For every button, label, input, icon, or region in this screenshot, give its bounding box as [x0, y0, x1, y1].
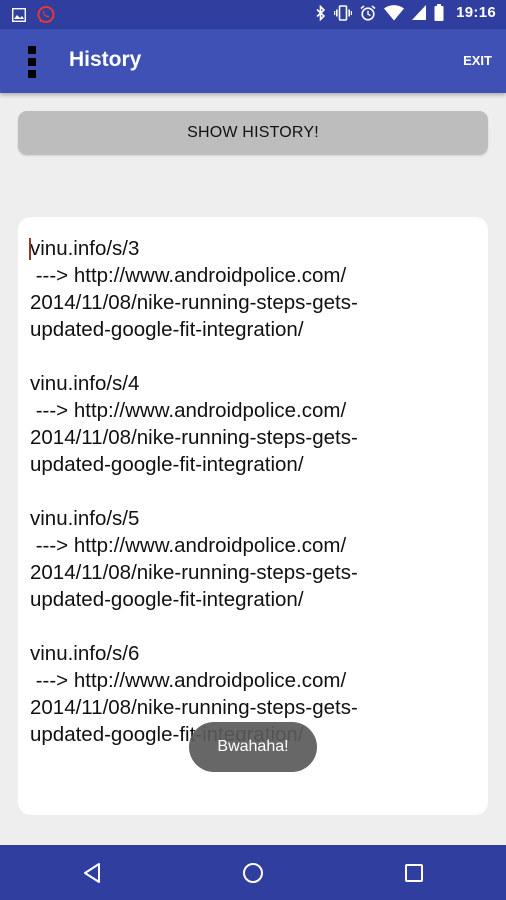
- arrow-line: ---> http://www.androidpolice.com/: [30, 534, 347, 557]
- status-time: 19:16: [456, 4, 496, 21]
- short-url: vinu.info/s/6: [30, 642, 140, 665]
- navigation-bar: [0, 845, 506, 900]
- path-line: updated-google-fit-integration/: [30, 588, 304, 611]
- history-entry: vinu.info/s/4 ---> http://www.androidpol…: [30, 370, 470, 478]
- path-line: updated-google-fit-integration/: [30, 318, 304, 341]
- show-history-button[interactable]: SHOW HISTORY!: [18, 111, 488, 155]
- back-icon[interactable]: [78, 859, 106, 887]
- alarm-icon: [360, 4, 376, 21]
- path-line: 2014/11/08/nike-running-steps-gets-: [30, 291, 358, 314]
- arrow-line: ---> http://www.androidpolice.com/: [30, 264, 347, 287]
- wifi-icon: [384, 4, 405, 21]
- whatsapp-icon: [36, 5, 56, 25]
- history-entry: vinu.info/s/3 ---> http://www.androidpol…: [30, 235, 470, 343]
- history-list: vinu.info/s/3 ---> http://www.androidpol…: [29, 235, 470, 775]
- short-url: vinu.info/s/5: [30, 507, 140, 530]
- path-line: updated-google-fit-integration/: [30, 453, 304, 476]
- battery-icon: [434, 4, 444, 21]
- status-bar: 19:16: [0, 0, 506, 29]
- app-bar: History EXIT: [0, 29, 506, 93]
- exit-button[interactable]: EXIT: [463, 53, 492, 68]
- short-url: vinu.info/s/3: [30, 237, 140, 260]
- page-title: History: [69, 48, 142, 71]
- bluetooth-icon: [316, 4, 326, 21]
- path-line: 2014/11/08/nike-running-steps-gets-: [30, 696, 358, 719]
- arrow-line: ---> http://www.androidpolice.com/: [30, 399, 347, 422]
- short-url: vinu.info/s/4: [30, 372, 140, 395]
- recents-icon[interactable]: [400, 859, 428, 887]
- image-icon: [12, 8, 26, 22]
- overflow-menu-icon[interactable]: [25, 46, 39, 78]
- text-cursor: [29, 238, 31, 260]
- signal-icon: [412, 5, 427, 20]
- toast-message: Bwahaha!: [189, 722, 317, 772]
- history-entry: vinu.info/s/5 ---> http://www.androidpol…: [30, 505, 470, 613]
- path-line: 2014/11/08/nike-running-steps-gets-: [30, 561, 358, 584]
- vibrate-icon: [334, 4, 353, 21]
- arrow-line: ---> http://www.androidpolice.com/: [30, 669, 347, 692]
- path-line: 2014/11/08/nike-running-steps-gets-: [30, 426, 358, 449]
- home-icon[interactable]: [239, 859, 267, 887]
